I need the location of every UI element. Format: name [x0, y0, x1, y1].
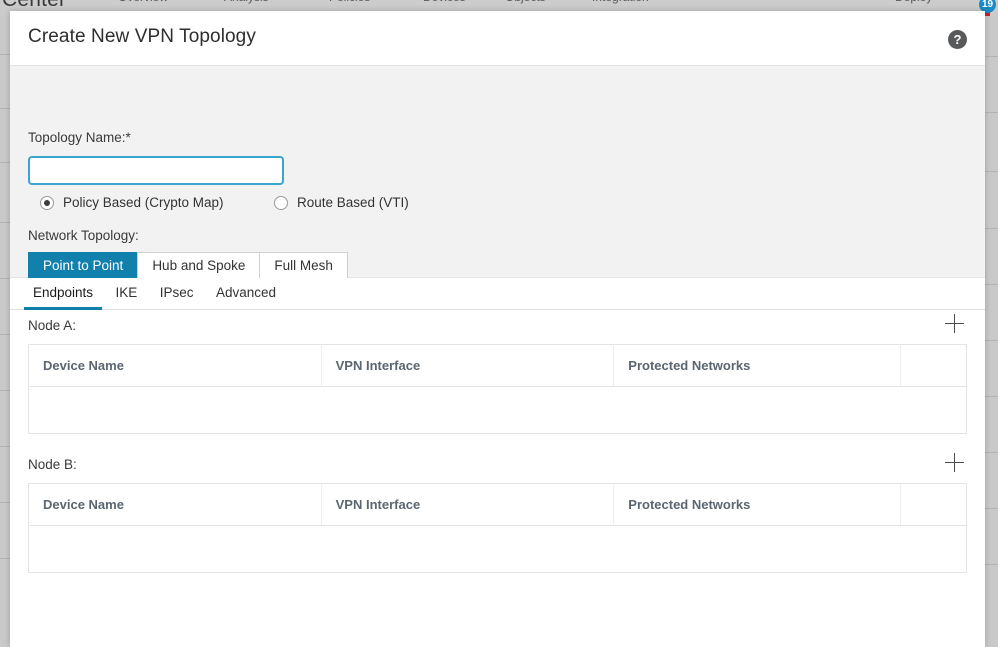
node-a-col-protected-networks: Protected Networks	[613, 344, 902, 387]
node-b-empty-cell	[28, 525, 967, 573]
node-a-table: Device Name VPN Interface Protected Netw…	[28, 344, 967, 434]
nav-item-devices[interactable]: Devices	[423, 0, 466, 4]
network-topology-segmented-control: Point to Point Hub and Spoke Full Mesh	[28, 252, 348, 280]
nav-item-objects[interactable]: Objects	[505, 0, 546, 4]
node-b-section: Node B: Device Name VPN Interface Protec…	[28, 449, 967, 573]
node-a-col-vpn-interface: VPN Interface	[321, 344, 615, 387]
nav-item-integration[interactable]: Integration	[592, 0, 649, 4]
background-left-rail	[0, 16, 10, 647]
node-a-header: Node A:	[28, 310, 967, 344]
create-vpn-topology-dialog: Create New VPN Topology ? Topology Name:…	[10, 11, 985, 647]
radio-route-based[interactable]: Route Based (VTI)	[274, 195, 409, 210]
radio-policy-based-mark	[40, 195, 54, 210]
node-b-col-actions	[900, 483, 967, 526]
nav-item-overview[interactable]: Overview	[118, 0, 168, 4]
node-a-section: Node A: Device Name VPN Interface Protec…	[28, 310, 967, 434]
node-a-label: Node A:	[28, 318, 77, 333]
background-right-rail	[985, 16, 998, 647]
dialog-form-top: Topology Name:* Policy Based (Crypto Map…	[10, 66, 985, 314]
tab-ipsec[interactable]: IPsec	[151, 278, 203, 310]
radio-policy-based-label: Policy Based (Crypto Map)	[63, 195, 224, 210]
node-a-col-device-name: Device Name	[28, 344, 322, 387]
node-a-empty-row	[28, 386, 967, 434]
tab-ike[interactable]: IKE	[107, 278, 147, 310]
tab-advanced[interactable]: Advanced	[207, 278, 285, 310]
node-a-header-row: Device Name VPN Interface Protected Netw…	[28, 344, 967, 387]
node-a-col-actions	[900, 344, 967, 387]
node-b-add-icon[interactable]	[945, 453, 965, 473]
topology-name-label: Topology Name:*	[28, 130, 131, 145]
radio-route-based-label: Route Based (VTI)	[297, 195, 409, 210]
dialog-body: Node A: Device Name VPN Interface Protec…	[10, 310, 985, 647]
node-b-header-row: Device Name VPN Interface Protected Netw…	[28, 483, 967, 526]
dialog-header: Create New VPN Topology ?	[10, 11, 985, 66]
node-b-header: Node B:	[28, 449, 967, 483]
seg-button-point-to-point[interactable]: Point to Point	[28, 252, 138, 280]
node-b-label: Node B:	[28, 457, 77, 472]
help-icon[interactable]: ?	[948, 30, 967, 49]
node-b-table: Device Name VPN Interface Protected Netw…	[28, 483, 967, 573]
seg-button-full-mesh[interactable]: Full Mesh	[259, 252, 348, 280]
network-topology-label: Network Topology:	[28, 228, 139, 243]
node-a-empty-cell	[28, 386, 967, 434]
node-a-add-icon[interactable]	[945, 314, 965, 334]
nav-item-policies[interactable]: Policies	[329, 0, 370, 4]
radio-route-based-mark	[274, 195, 288, 210]
dialog-title: Create New VPN Topology	[28, 26, 256, 47]
node-b-col-vpn-interface: VPN Interface	[321, 483, 615, 526]
node-b-col-protected-networks: Protected Networks	[613, 483, 902, 526]
seg-button-hub-and-spoke[interactable]: Hub and Spoke	[137, 252, 260, 280]
nav-item-analysis[interactable]: Analysis	[224, 0, 269, 4]
dialog-tabs: Endpoints IKE IPsec Advanced	[10, 278, 985, 310]
nav-item-deploy[interactable]: Deploy	[895, 0, 932, 4]
node-b-empty-row	[28, 525, 967, 573]
node-b-col-device-name: Device Name	[28, 483, 322, 526]
tab-endpoints[interactable]: Endpoints	[24, 278, 103, 310]
topology-name-input[interactable]	[28, 156, 284, 185]
radio-policy-based[interactable]: Policy Based (Crypto Map)	[40, 195, 224, 210]
